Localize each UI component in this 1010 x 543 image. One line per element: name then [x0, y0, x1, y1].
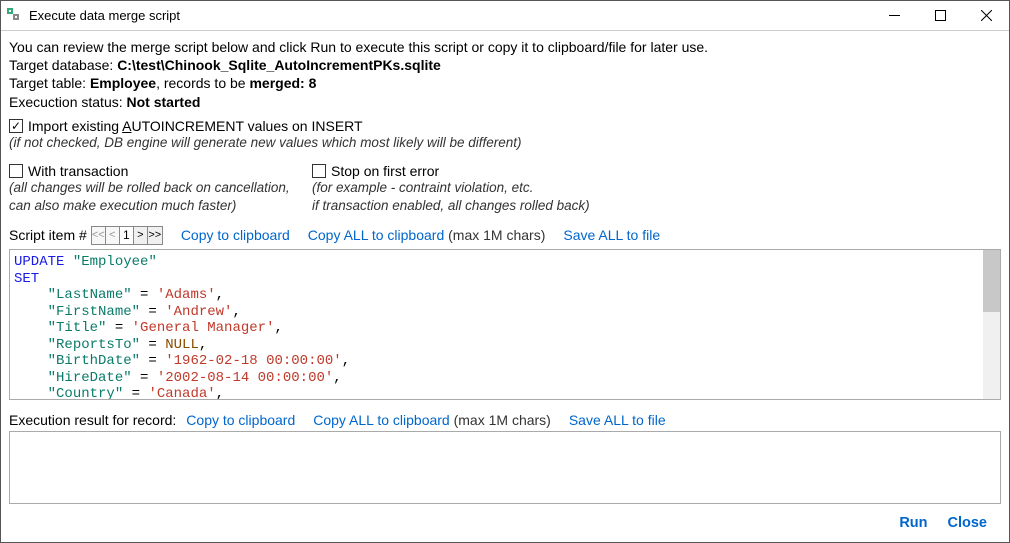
minimize-button[interactable] — [871, 1, 917, 30]
copy-to-clipboard-link[interactable]: Copy to clipboard — [181, 227, 290, 243]
result-copy-to-clipboard-link[interactable]: Copy to clipboard — [186, 412, 295, 428]
target-database-line: Target database: C:\test\Chinook_Sqlite_… — [9, 56, 1001, 74]
stop-on-error-label[interactable]: Stop on first error — [331, 163, 439, 179]
with-transaction-checkbox[interactable] — [9, 164, 23, 178]
with-transaction-hint2: can also make execution much faster) — [9, 197, 312, 215]
target-db-value: C:\test\Chinook_Sqlite_AutoIncrementPKs.… — [117, 57, 441, 73]
result-copy-all-group: Copy ALL to clipboard (max 1M chars) — [313, 412, 551, 428]
maximize-icon — [935, 10, 946, 21]
window-title: Execute data merge script — [29, 8, 871, 23]
pager-first-button[interactable]: << — [92, 227, 106, 244]
copy-all-group: Copy ALL to clipboard (max 1M chars) — [308, 227, 546, 243]
execution-result-box[interactable] — [9, 431, 1001, 504]
result-copy-all-note: (max 1M chars) — [450, 412, 551, 428]
import-autoincrement-checkbox[interactable] — [9, 119, 23, 133]
target-table-value: Employee — [90, 75, 156, 91]
run-button[interactable]: Run — [899, 515, 927, 531]
close-window-button[interactable] — [963, 1, 1009, 30]
sql-script-box: UPDATE "Employee" SET "LastName" = 'Adam… — [9, 249, 1001, 400]
pager-value[interactable]: 1 — [120, 227, 134, 244]
maximize-button[interactable] — [917, 1, 963, 30]
result-toolbar: Execution result for record: Copy to cli… — [9, 412, 1001, 428]
dialog-window: Execute data merge script You can review… — [0, 0, 1010, 543]
import-autoincrement-hint: (if not checked, DB engine will generate… — [9, 134, 1001, 152]
titlebar: Execute data merge script — [1, 1, 1009, 31]
window-buttons — [871, 1, 1009, 30]
sql-scroll-thumb[interactable] — [983, 250, 1000, 312]
script-toolbar: Script item # << < 1 > >> Copy to clipbo… — [9, 224, 1001, 246]
app-icon — [7, 8, 23, 24]
exec-status-value: Not started — [127, 94, 201, 110]
result-copy-all-to-clipboard-link[interactable]: Copy ALL to clipboard — [313, 412, 449, 428]
result-save-all-to-file-link[interactable]: Save ALL to file — [569, 412, 666, 428]
stop-on-error-hint2: if transaction enabled, all changes roll… — [312, 197, 1001, 215]
pager-next-button[interactable]: > — [134, 227, 148, 244]
stop-on-error-checkbox[interactable] — [312, 164, 326, 178]
dialog-footer: Run Close — [9, 504, 1001, 542]
result-label: Execution result for record: — [9, 412, 176, 428]
script-item-label: Script item # — [9, 227, 87, 243]
target-db-label: Target database: — [9, 57, 117, 73]
exec-status-line: Execuction status: Not started — [9, 93, 1001, 111]
sql-scrollbar[interactable] — [983, 250, 1000, 399]
import-autoincrement-label[interactable]: Import existing AUTOINCREMENT values on … — [28, 118, 363, 134]
pager: << < 1 > >> — [91, 226, 163, 245]
target-table-line: Target table: Employee, records to be me… — [9, 74, 1001, 92]
with-transaction-col: With transaction (all changes will be ro… — [9, 163, 312, 214]
target-table-label: Target table: — [9, 75, 90, 91]
copy-all-to-clipboard-link[interactable]: Copy ALL to clipboard — [308, 227, 444, 243]
minimize-icon — [889, 10, 900, 21]
stop-on-error-col: Stop on first error (for example - contr… — [312, 163, 1001, 214]
exec-status-label: Execuction status: — [9, 94, 127, 110]
sql-script-text[interactable]: UPDATE "Employee" SET "LastName" = 'Adam… — [10, 250, 983, 399]
with-transaction-label[interactable]: With transaction — [28, 163, 128, 179]
pager-last-button[interactable]: >> — [148, 227, 162, 244]
records-value: merged: 8 — [249, 75, 316, 91]
close-icon — [981, 10, 992, 21]
records-label: , records to be — [156, 75, 249, 91]
intro-text: You can review the merge script below an… — [9, 38, 1001, 56]
dialog-content: You can review the merge script below an… — [1, 31, 1009, 542]
pager-prev-button[interactable]: < — [106, 227, 120, 244]
stop-on-error-hint1: (for example - contraint violation, etc. — [312, 179, 1001, 197]
options-row: With transaction (all changes will be ro… — [9, 163, 1001, 214]
import-autoincrement-row: Import existing AUTOINCREMENT values on … — [9, 118, 1001, 134]
with-transaction-hint1: (all changes will be rolled back on canc… — [9, 179, 312, 197]
copy-all-note: (max 1M chars) — [444, 227, 545, 243]
close-button[interactable]: Close — [948, 515, 988, 531]
save-all-to-file-link[interactable]: Save ALL to file — [563, 227, 660, 243]
